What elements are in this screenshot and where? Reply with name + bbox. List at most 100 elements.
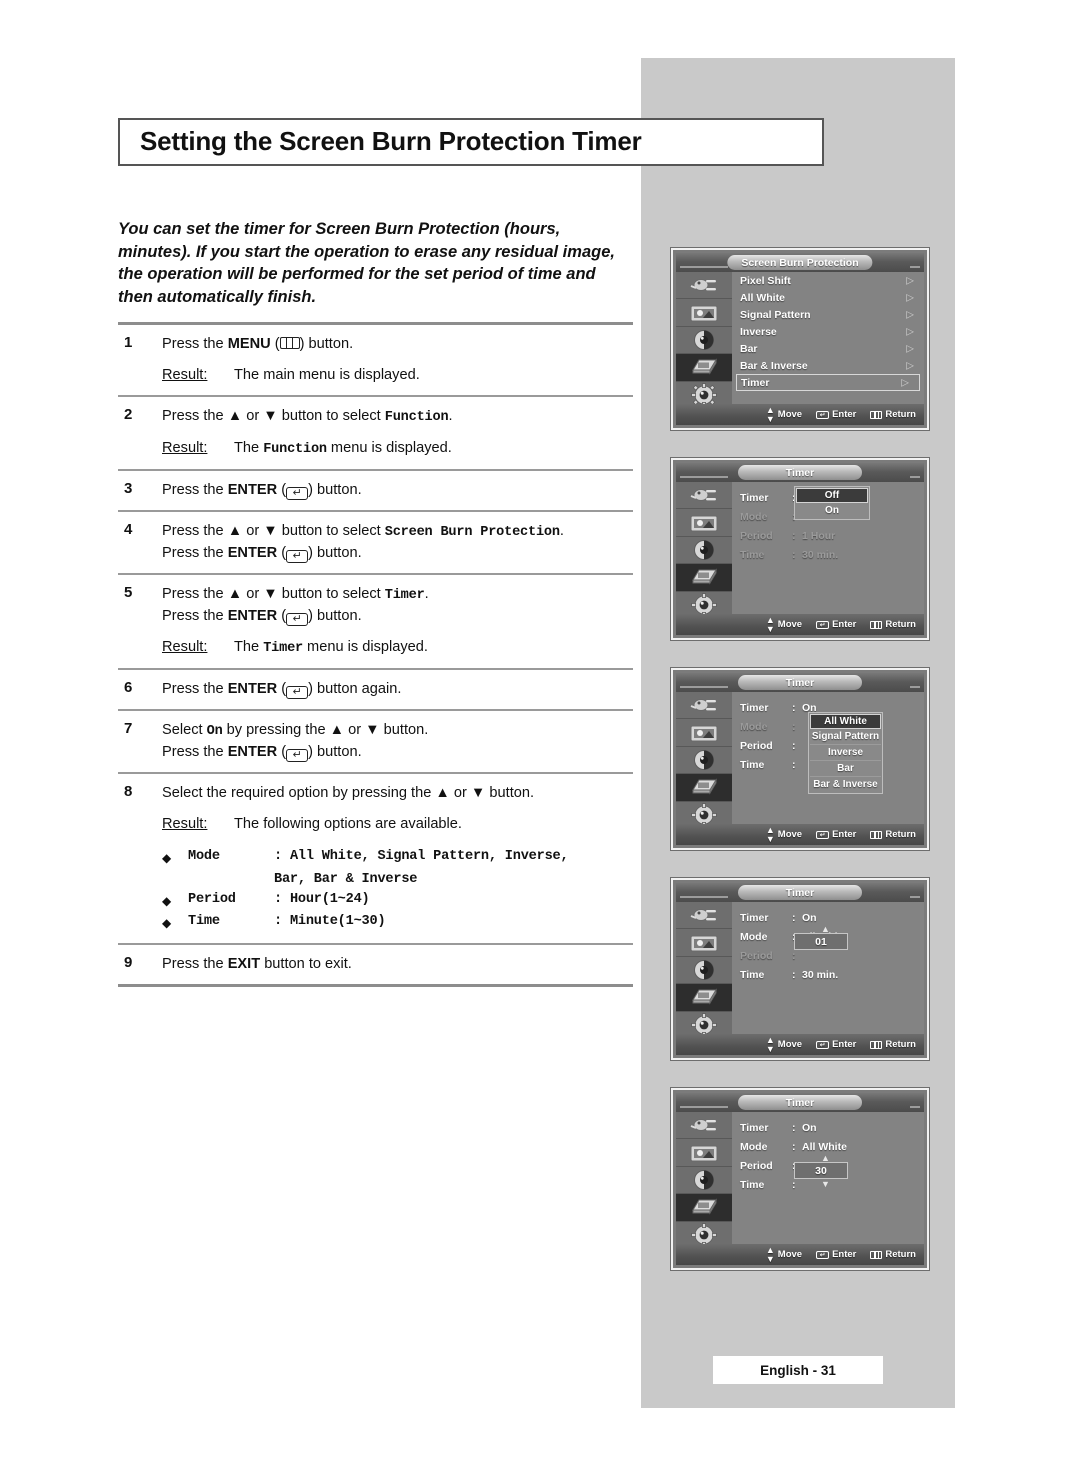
footer-return[interactable]: Return (870, 409, 916, 420)
icon-cell-sound[interactable] (676, 747, 732, 775)
osd-body: Timer : On Mode : All White Period : Tim… (732, 902, 924, 1034)
paren-open: ( (277, 744, 287, 760)
step-body: Select On by pressing the ▲ or ▼ button.… (162, 720, 633, 763)
footer-return[interactable]: Return (870, 619, 916, 630)
icon-cell-input[interactable] (676, 1112, 732, 1140)
result-label: Result: (162, 367, 208, 383)
page-title: Setting the Screen Burn Protection Timer (118, 118, 824, 166)
icon-cell-input[interactable] (676, 482, 732, 510)
icon-cell-function[interactable] (676, 564, 732, 592)
option-colon: : (274, 849, 282, 864)
step-text-post: ) button. (308, 482, 362, 498)
time-value-box[interactable]: 30 (794, 1162, 848, 1179)
divider (118, 984, 633, 987)
osd-title-pill: Timer (738, 885, 862, 900)
icon-cell-function[interactable] (676, 774, 732, 802)
popup-timer-onoff[interactable]: Off On (794, 486, 870, 520)
step-body: Press the ▲ or ▼ button to select Functi… (162, 406, 633, 460)
enter-button-label: ENTER (227, 608, 278, 624)
popup-item-inverse[interactable]: Inverse (810, 745, 881, 761)
menu-item-label: Signal Pattern (740, 308, 811, 321)
footer-return[interactable]: Return (870, 829, 916, 840)
step-number: 7 (124, 720, 133, 737)
osd-icon-column (676, 902, 732, 1037)
option-name: Period (188, 892, 236, 907)
footer-move[interactable]: ▲ ▼ Move (766, 1035, 802, 1054)
osd-menu-item-all-white[interactable]: All White ▷ (732, 289, 924, 306)
step-body: Press the ▲ or ▼ button to select Screen… (162, 521, 633, 564)
chevron-right-icon: ▷ (906, 343, 914, 354)
footer-move[interactable]: ▲ ▼ Move (766, 405, 802, 424)
popup-item-signal-pattern[interactable]: Signal Pattern (810, 729, 881, 745)
footer-enter[interactable]: ↵ Enter (816, 829, 856, 840)
footer-return-label: Return (885, 1039, 916, 1050)
icon-cell-picture[interactable] (676, 1139, 732, 1167)
osd-panel-timer-onoff: Timer Timer : (671, 458, 929, 640)
osd-menu-item-timer[interactable]: Timer ▷ (736, 374, 920, 391)
icon-cell-input[interactable] (676, 902, 732, 930)
osd-menu-item-bar[interactable]: Bar ▷ (732, 340, 924, 357)
chevron-right-icon: ▷ (906, 309, 914, 320)
icon-cell-function[interactable] (676, 1194, 732, 1222)
icon-cell-picture[interactable] (676, 719, 732, 747)
step-text-pre: Press the (162, 608, 228, 624)
result-post: menu is displayed. (303, 639, 428, 655)
osd-panel-timer-mode: Timer Timer : On Mode: Period: Time: … (671, 668, 929, 850)
footer-enter[interactable]: ↵ Enter (816, 619, 856, 630)
icon-cell-sound[interactable] (676, 327, 732, 355)
popup-item-off[interactable]: Off (796, 488, 868, 503)
icon-cell-picture[interactable] (676, 299, 732, 327)
result-text: The following options are available. (234, 816, 462, 832)
function-screen-icon (692, 1198, 717, 1216)
popup-item-all-white[interactable]: All White (810, 714, 881, 729)
field-row-period[interactable]: Period : 1 Hour (732, 526, 924, 545)
enter-key-icon: ↵ (286, 487, 309, 500)
icon-cell-sound[interactable] (676, 957, 732, 985)
step-text-pre: Press the (162, 681, 228, 697)
field-name: Time (740, 1178, 765, 1191)
input-plug-icon (690, 1118, 716, 1131)
popup-item-bar[interactable]: Bar (810, 761, 881, 777)
field-row-timer[interactable]: Timer : On (732, 1118, 924, 1137)
footer-move[interactable]: ▲ ▼ Move (766, 1245, 802, 1264)
icon-cell-function[interactable] (676, 354, 732, 382)
osd-title-text: Timer (785, 886, 815, 899)
osd-menu-item-bar-and-inverse[interactable]: Bar & Inverse ▷ (732, 357, 924, 374)
footer-enter[interactable]: ↵ Enter (816, 409, 856, 420)
picture-icon (690, 935, 718, 952)
field-row-time[interactable]: Time : 30 min. (732, 545, 924, 564)
footer-move-label: Move (777, 829, 803, 840)
icon-cell-function[interactable] (676, 984, 732, 1012)
osd-titlebar: Timer (676, 1093, 924, 1112)
footer-enter[interactable]: ↵ Enter (816, 1249, 856, 1260)
icon-cell-sound[interactable] (676, 1167, 732, 1195)
icon-cell-picture[interactable] (676, 509, 732, 537)
footer-return[interactable]: Return (870, 1249, 916, 1260)
osd-menu-item-inverse[interactable]: Inverse ▷ (732, 323, 924, 340)
osd-menu-item-signal-pattern[interactable]: Signal Pattern ▷ (732, 306, 924, 323)
popup-mode-options[interactable]: All White Signal Pattern Inverse Bar Bar… (808, 712, 883, 794)
field-value: 30 min. (802, 548, 839, 561)
icon-cell-input[interactable] (676, 692, 732, 720)
osd-footer: ▲ ▼ Move ↵ Enter Return (676, 824, 924, 845)
osd-titlebar: Timer (676, 463, 924, 482)
time-down-arrow-icon[interactable]: ▼ (821, 1180, 830, 1189)
footer-move[interactable]: ▲ ▼ Move (766, 615, 802, 634)
icon-cell-input[interactable] (676, 272, 732, 300)
menu-key-icon (870, 830, 883, 839)
field-row-time[interactable]: Time : 30 min. (732, 965, 924, 984)
footer-enter[interactable]: ↵ Enter (816, 1039, 856, 1050)
option-value-text: Minute(1~30) (289, 914, 386, 929)
popup-item-bar-and-inverse[interactable]: Bar & Inverse (810, 777, 881, 792)
icon-cell-picture[interactable] (676, 929, 732, 957)
osd-menu-item-pixel-shift[interactable]: Pixel Shift ▷ (732, 272, 924, 289)
field-name: Timer (740, 701, 769, 714)
sound-icon (694, 1169, 714, 1190)
period-value-box[interactable]: 01 (794, 933, 848, 950)
footer-move[interactable]: ▲ ▼ Move (766, 825, 803, 844)
picture-icon (690, 1145, 718, 1162)
icon-cell-sound[interactable] (676, 537, 732, 565)
footer-return[interactable]: Return (870, 1039, 916, 1050)
field-name: Time (740, 548, 765, 561)
popup-item-on[interactable]: On (796, 503, 868, 518)
